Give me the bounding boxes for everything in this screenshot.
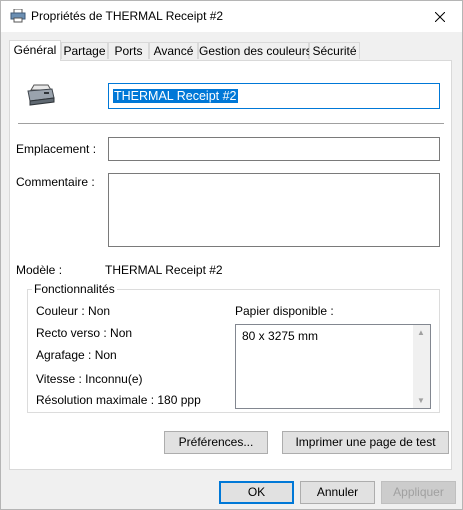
window-title: Propriétés de THERMAL Receipt #2 — [31, 9, 224, 23]
close-button[interactable] — [418, 1, 462, 32]
ok-button[interactable]: OK — [219, 481, 294, 504]
feature-resolution: Résolution maximale : 180 ppp — [36, 393, 201, 407]
paper-list-scrollbar[interactable]: ▲ ▼ — [413, 325, 430, 408]
tab-color-management[interactable]: Gestion des couleurs — [198, 42, 312, 59]
scroll-down-icon[interactable]: ▼ — [417, 396, 425, 405]
tab-security[interactable]: Sécurité — [309, 42, 360, 59]
model-value: THERMAL Receipt #2 — [105, 263, 223, 277]
paper-list-item[interactable]: 80 x 3275 mm — [242, 329, 318, 343]
location-field[interactable] — [108, 137, 440, 161]
model-label: Modèle : — [16, 263, 63, 277]
tab-general[interactable]: Général — [9, 40, 61, 61]
feature-color: Couleur : Non — [36, 304, 111, 318]
preferences-button[interactable]: Préférences... — [164, 431, 268, 454]
paper-available-label: Papier disponible : — [235, 304, 334, 318]
comment-label: Commentaire : — [16, 175, 95, 189]
paper-list[interactable]: 80 x 3275 mm ▲ ▼ — [235, 324, 431, 409]
features-group-title: Fonctionnalités — [32, 282, 117, 296]
cancel-button[interactable]: Annuler — [300, 481, 375, 504]
separator — [18, 123, 444, 124]
tab-ports[interactable]: Ports — [108, 42, 149, 59]
close-icon — [435, 11, 445, 22]
feature-staple: Agrafage : Non — [36, 348, 117, 362]
scroll-up-icon[interactable]: ▲ — [417, 328, 425, 337]
printer-name-input[interactable]: THERMAL Receipt #2 — [108, 83, 440, 109]
general-tab-panel: THERMAL Receipt #2 Emplacement : Comment… — [9, 60, 452, 470]
comment-field[interactable] — [108, 173, 440, 247]
location-label: Emplacement : — [16, 142, 97, 156]
tab-advanced[interactable]: Avancé — [149, 42, 198, 59]
printer-icon — [26, 83, 56, 110]
apply-button[interactable]: Appliquer — [381, 481, 456, 504]
print-test-page-button[interactable]: Imprimer une page de test — [282, 431, 449, 454]
title-bar: Propriétés de THERMAL Receipt #2 — [1, 1, 462, 32]
feature-duplex: Recto verso : Non — [36, 326, 133, 340]
printer-name-selected-text: THERMAL Receipt #2 — [113, 89, 238, 103]
feature-speed: Vitesse : Inconnu(e) — [36, 372, 143, 386]
printer-properties-window: Propriétés de THERMAL Receipt #2 Général… — [0, 0, 463, 510]
printer-title-icon — [10, 8, 26, 26]
tab-sharing[interactable]: Partage — [61, 42, 108, 59]
